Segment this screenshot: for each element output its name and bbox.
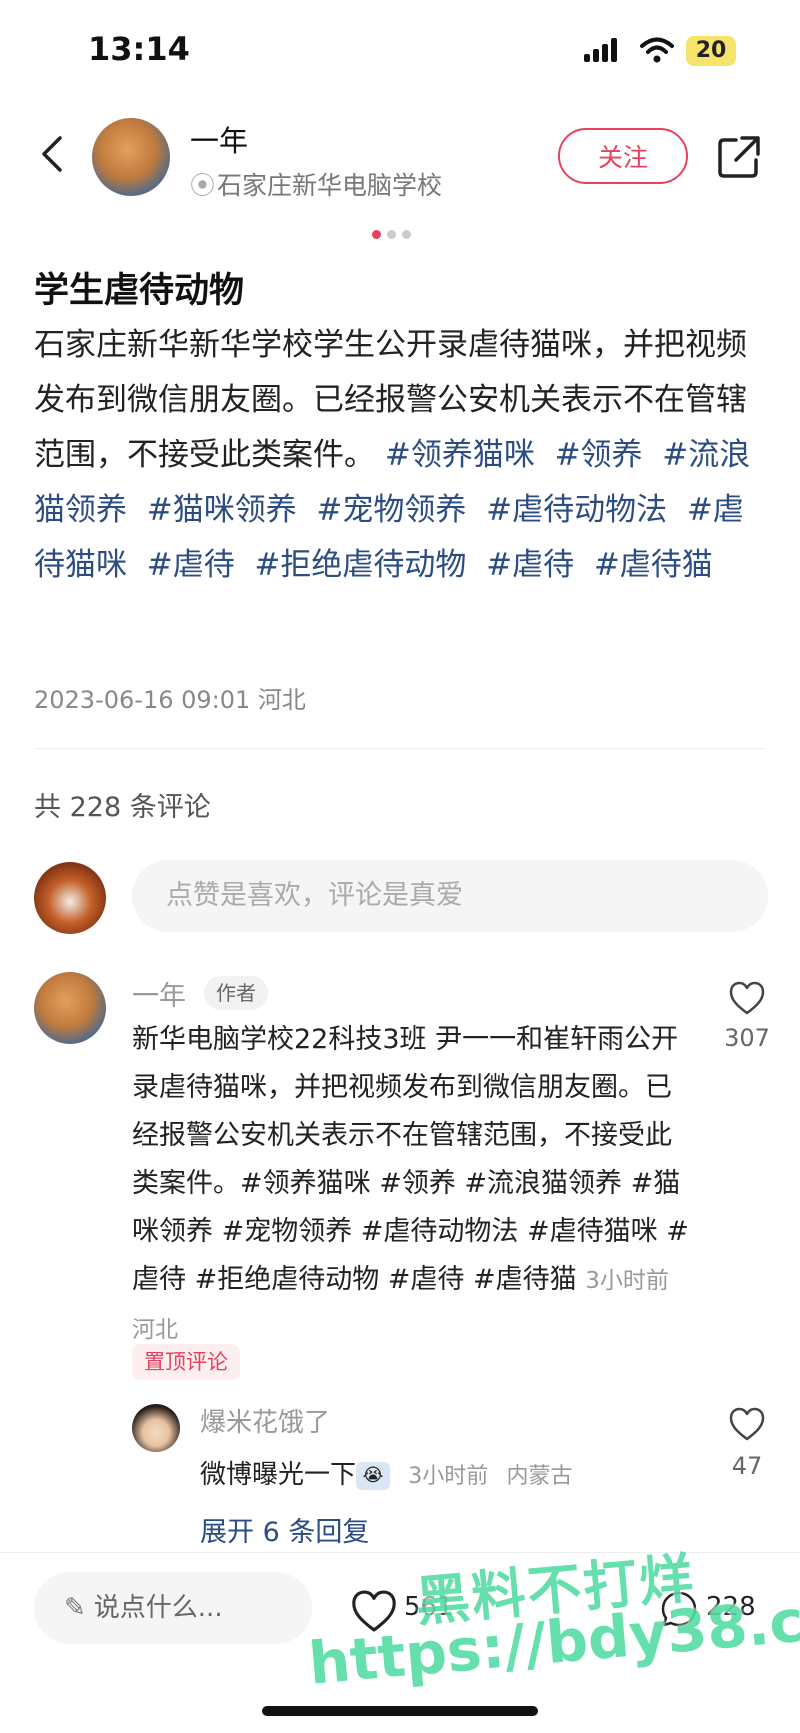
hashtag[interactable]: #虐待动物法	[486, 492, 667, 528]
share-icon[interactable]	[716, 134, 762, 180]
author-name[interactable]: 一年	[190, 118, 248, 160]
say-something-input[interactable]: ✎ 说点什么...	[34, 1572, 312, 1644]
hashtag[interactable]: #领养	[555, 437, 643, 473]
say-something-placeholder: 说点什么...	[93, 1593, 223, 1623]
battery-indicator: 20	[686, 36, 736, 66]
pencil-icon: ✎	[64, 1593, 86, 1623]
author-location-text: 石家庄新华电脑学校	[217, 171, 443, 200]
hashtag[interactable]: #猫咪领养	[147, 492, 297, 528]
crying-emoji-icon: 😭	[356, 1461, 391, 1490]
hashtag[interactable]: #虐待猫	[594, 547, 713, 583]
location-pin-icon: ⦿	[190, 171, 216, 200]
reply-like-count: 47	[731, 1452, 763, 1480]
wifi-icon	[640, 37, 674, 63]
commenter-name[interactable]: 一年	[132, 974, 186, 1013]
image-pager-dots	[372, 224, 417, 243]
reply-body: 微博曝光一下 😭 3小时前 内蒙古	[200, 1454, 573, 1491]
commenter-avatar[interactable]	[34, 972, 106, 1044]
status-time: 13:14	[88, 30, 190, 68]
hashtag[interactable]: #拒绝虐待动物	[254, 547, 466, 583]
comment-time: 3小时前	[585, 1268, 669, 1294]
comment-region: 河北	[132, 1317, 178, 1343]
home-indicator	[262, 1706, 538, 1716]
pinned-badge: 置顶评论	[132, 1344, 240, 1380]
pager-dot	[402, 230, 411, 239]
signal-icon	[584, 38, 624, 62]
reply-author[interactable]: 爆米花饿了	[200, 1402, 330, 1439]
author-avatar[interactable]	[92, 118, 170, 196]
reply-time: 3小时前	[408, 1464, 489, 1489]
comment-count: 共 228 条评论	[34, 792, 211, 823]
comment-body: 新华电脑学校22科技3班 尹一一和崔轩雨公开录虐待猫咪，并把视频发布到微信朋友圈…	[132, 1016, 692, 1354]
reply-region: 内蒙古	[506, 1464, 573, 1489]
back-arrow-icon[interactable]	[36, 134, 66, 174]
follow-button[interactable]: 关注	[558, 128, 688, 184]
hashtag[interactable]: #领养猫咪	[385, 437, 535, 473]
author-location: ⦿石家庄新华电脑学校	[190, 166, 442, 202]
post-region: 河北	[257, 686, 306, 714]
post-title: 学生虐待动物	[34, 271, 245, 311]
divider	[34, 748, 766, 749]
pager-dot-active	[372, 230, 381, 239]
hashtag[interactable]: #宠物领养	[316, 492, 466, 528]
hashtag[interactable]: #虐待	[147, 547, 235, 583]
comment-input[interactable]: 点赞是喜欢，评论是真爱	[132, 860, 768, 932]
reply-like-icon[interactable]	[728, 1406, 766, 1442]
my-avatar	[34, 862, 106, 934]
expand-replies-button[interactable]: 展开 6 条回复	[200, 1510, 369, 1549]
reply-text: 微博曝光一下	[200, 1460, 357, 1490]
reply-avatar[interactable]	[132, 1404, 180, 1452]
pager-dot	[387, 230, 396, 239]
hashtag[interactable]: #虐待	[486, 547, 574, 583]
author-badge: 作者	[204, 976, 268, 1010]
post-body: 石家庄新华新华学校学生公开录虐待猫咪，并把视频发布到微信朋友圈。已经报警公安机关…	[34, 318, 774, 593]
post-date: 2023-06-16 09:01	[34, 686, 251, 714]
comment-text: 新华电脑学校22科技3班 尹一一和崔轩雨公开录虐待猫咪，并把视频发布到微信朋友圈…	[132, 1024, 689, 1295]
comment-like-count: 307	[724, 1024, 770, 1052]
post-meta: 2023-06-16 09:01 河北	[34, 680, 306, 715]
comment-like-icon[interactable]	[728, 980, 766, 1016]
